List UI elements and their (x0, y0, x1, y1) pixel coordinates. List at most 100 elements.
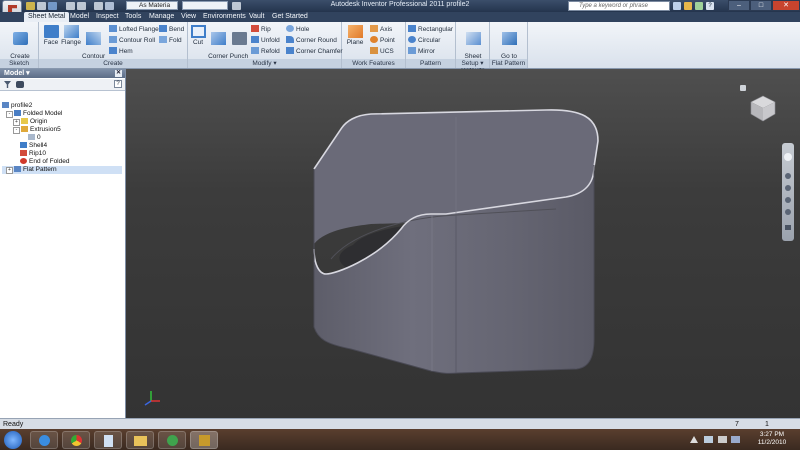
lofted-flange-icon (109, 25, 117, 32)
cut-button[interactable]: Cut (190, 25, 206, 46)
home-view-icon[interactable] (740, 85, 746, 91)
tab-environments[interactable]: Environments (199, 12, 250, 22)
find-icon[interactable] (16, 81, 24, 88)
tab-inspect[interactable]: Inspect (92, 12, 123, 22)
ucs-button[interactable]: UCS (370, 47, 394, 56)
expand-icon[interactable]: + (13, 119, 20, 126)
expand-icon[interactable]: + (6, 167, 13, 174)
flat-pattern-icon (14, 166, 21, 172)
taskbar-notepad[interactable] (94, 431, 122, 449)
help-icon[interactable]: ? (706, 2, 714, 10)
axis-button[interactable]: Axis (370, 25, 392, 34)
tab-vault[interactable]: Vault (245, 12, 268, 22)
redo-icon[interactable] (77, 2, 86, 10)
fx-icon[interactable] (232, 2, 241, 10)
collapse-icon[interactable]: - (13, 127, 20, 134)
minimize-button[interactable]: – (728, 0, 750, 11)
point-button[interactable]: Point (370, 36, 395, 45)
browser-close-icon[interactable]: ✕ (115, 70, 122, 77)
pan-icon[interactable] (785, 173, 791, 179)
orbit-icon[interactable] (785, 197, 791, 203)
model-render (144, 109, 599, 406)
contour-roll-button[interactable]: Contour Roll (109, 36, 155, 45)
tree-node-origin[interactable]: + Origin (2, 118, 122, 126)
corner-round-button[interactable]: Corner Round (286, 36, 337, 45)
zoom-icon[interactable] (785, 185, 791, 191)
flat-pattern-panel-label: Flat Pattern (490, 59, 527, 68)
taskbar-app[interactable] (158, 431, 186, 449)
clock[interactable]: 3:27 PM 11/2/2010 (748, 431, 796, 447)
work-features-panel-label: Work Features (342, 59, 405, 68)
unfold-button[interactable]: Unfold (251, 36, 280, 45)
taskbar-ie[interactable] (30, 431, 58, 449)
hole-icon (286, 25, 294, 32)
rip-button[interactable]: Rip (251, 25, 271, 34)
rectangular-pattern-button[interactable]: Rectangular (408, 25, 453, 34)
tray-icon[interactable] (731, 436, 740, 443)
flange-button[interactable]: Flange (61, 25, 81, 46)
undo-icon[interactable] (66, 2, 75, 10)
rip-icon (251, 25, 259, 32)
tab-manage[interactable]: Manage (145, 12, 178, 22)
taskbar-chrome[interactable] (62, 431, 90, 449)
viewcube[interactable] (748, 93, 778, 123)
corner-chamfer-button[interactable]: Corner Chamfer (286, 47, 343, 56)
steering-wheel-icon[interactable] (784, 153, 792, 161)
material-combo[interactable]: As Materia (126, 1, 178, 10)
tree-node-profile2[interactable]: profile2 (2, 102, 122, 110)
tab-model[interactable]: Model (66, 12, 93, 22)
start-button[interactable] (4, 431, 22, 449)
mirror-button[interactable]: Mirror (408, 47, 435, 56)
lofted-flange-button[interactable]: Lofted Flange (109, 25, 159, 34)
mirror-icon (408, 47, 416, 54)
modify-panel-label[interactable]: Modify ▾ (188, 59, 341, 68)
tab-tools[interactable]: Tools (121, 12, 145, 22)
close-button[interactable]: ✕ (772, 0, 800, 11)
network-icon[interactable] (704, 436, 713, 443)
refold-button[interactable]: Refold (251, 47, 280, 56)
browser-header[interactable]: Model ▾ ✕ (0, 69, 125, 78)
face-button[interactable]: Face (42, 25, 60, 46)
open-icon[interactable] (37, 2, 46, 10)
select-icon[interactable] (94, 2, 103, 10)
taskbar-explorer[interactable] (126, 431, 154, 449)
search-input[interactable]: Type a keyword or phrase (568, 1, 670, 11)
look-at-icon[interactable] (785, 209, 791, 215)
circular-pattern-button[interactable]: Circular (408, 36, 440, 45)
save-icon[interactable] (48, 2, 57, 10)
fold-button[interactable]: Fold (159, 36, 182, 45)
collapse-icon[interactable]: - (6, 111, 13, 118)
work-features-panel: Plane Axis Point UCS Work Features (342, 22, 406, 68)
volume-icon[interactable] (718, 436, 727, 443)
star-icon[interactable] (684, 2, 692, 10)
nav-menu-icon[interactable] (785, 225, 791, 230)
filter-icon[interactable] (4, 81, 11, 88)
maximize-button[interactable]: □ (750, 0, 772, 11)
bend-button[interactable]: Bend (159, 25, 184, 34)
communication-icon[interactable] (695, 2, 703, 10)
binoculars-icon[interactable] (673, 2, 681, 10)
appearance-combo[interactable] (182, 1, 228, 10)
hole-button[interactable]: Hole (286, 25, 309, 34)
tree-node-flat-pattern[interactable]: + Flat Pattern (2, 166, 122, 174)
browser-help-icon[interactable]: ? (114, 80, 122, 88)
tab-get-started[interactable]: Get Started (268, 12, 312, 22)
graphics-viewport[interactable] (126, 69, 800, 418)
notification-chevron-icon[interactable] (690, 436, 698, 443)
tab-sheet-metal[interactable]: Sheet Metal (24, 12, 70, 22)
folded-model-icon (14, 110, 21, 116)
tree-node-extrusion5[interactable]: - Extrusion5 (2, 126, 122, 134)
tree-node-rip10[interactable]: Rip10 (2, 150, 122, 158)
tree-node-shell4[interactable]: Shell4 (2, 142, 122, 150)
plane-button[interactable]: Plane (345, 25, 365, 46)
new-icon[interactable] (26, 2, 35, 10)
tree-node-sketch0[interactable]: 0 (2, 134, 122, 142)
tree-node-folded-model[interactable]: - Folded Model (2, 110, 122, 118)
tree-node-end-of-folded[interactable]: End of Folded (2, 158, 122, 166)
setup-panel-label[interactable]: Setup ▾ (456, 59, 489, 68)
update-icon[interactable] (105, 2, 114, 10)
taskbar-inventor[interactable] (190, 431, 218, 449)
hem-button[interactable]: Hem (109, 47, 133, 56)
tab-view[interactable]: View (177, 12, 200, 22)
flange-icon (63, 25, 79, 38)
